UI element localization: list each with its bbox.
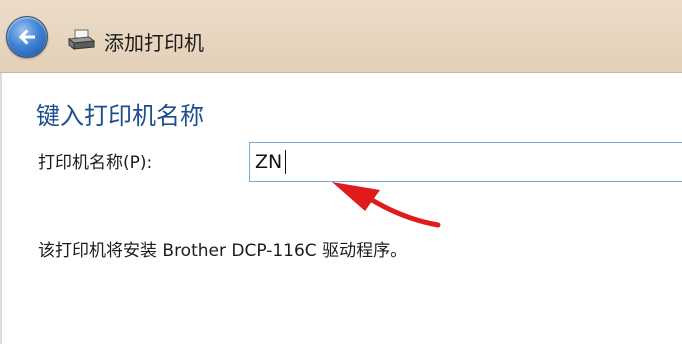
driver-info-text: 该打印机将安装 Brother DCP-116C 驱动程序。 [38,241,408,261]
printer-icon [67,29,96,51]
printer-name-input[interactable] [249,142,682,182]
back-arrow-icon [18,29,35,45]
red-arrow-annotation [332,182,441,228]
back-button[interactable] [6,16,48,58]
window-title: 添加打印机 [104,31,204,55]
title-bar [0,0,682,73]
text-caret [285,150,286,174]
page-heading: 键入打印机名称 [36,102,204,130]
printer-name-label: 打印机名称(P): [38,153,153,173]
left-border [0,73,2,344]
